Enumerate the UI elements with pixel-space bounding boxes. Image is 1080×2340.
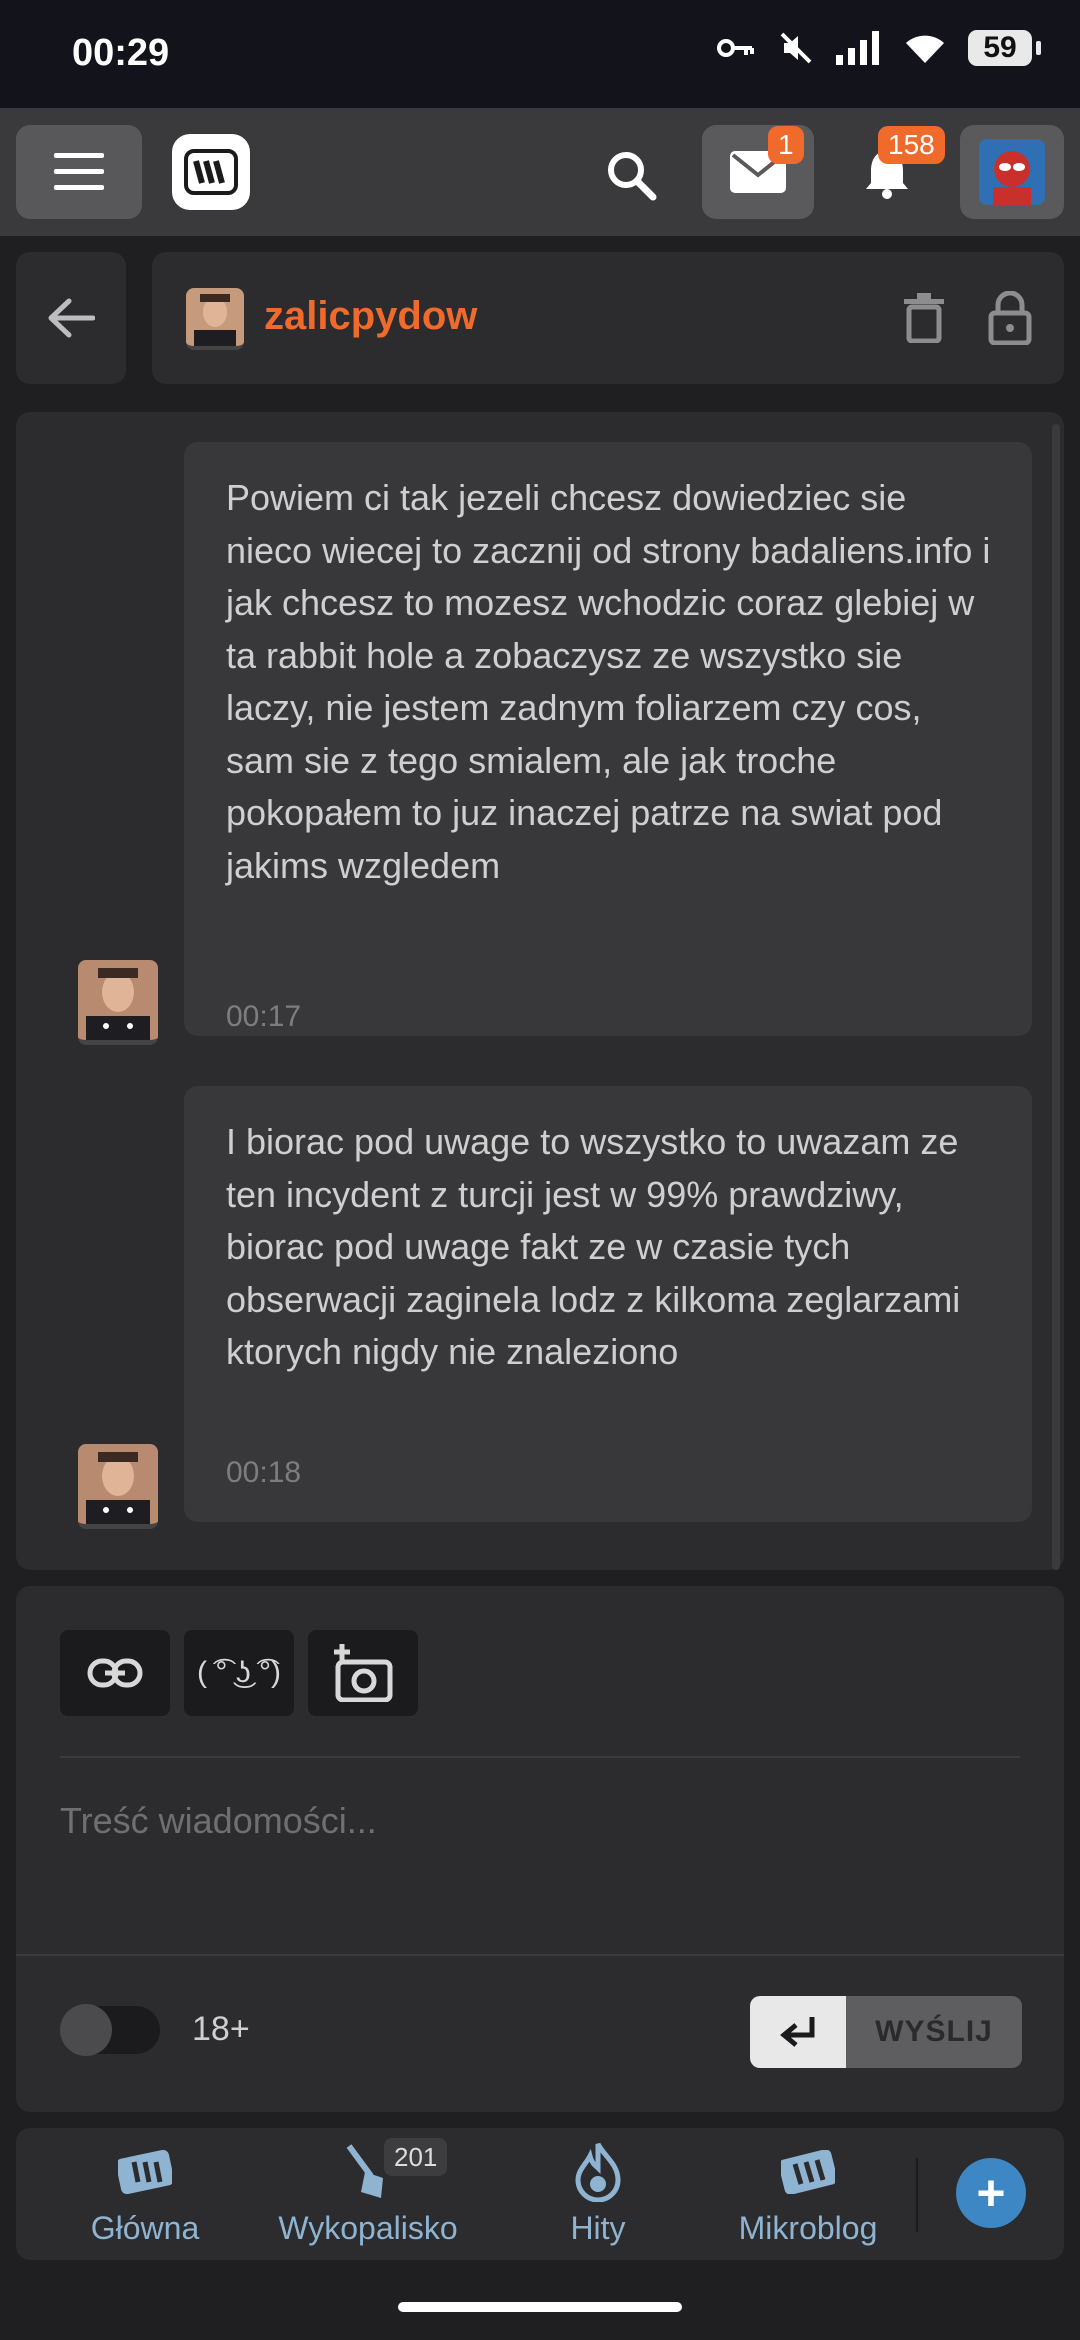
adult-content-toggle[interactable] [60,2004,160,2056]
message-text: I biorac pod uwage to wszystko to uwazam… [226,1121,961,1372]
link-icon [87,1658,143,1688]
trash-icon [904,293,944,343]
insert-link-button[interactable] [60,1630,170,1716]
arrow-left-icon [48,298,95,338]
message-time: 00:17 [226,1000,302,1033]
add-photo-button[interactable] [308,1630,418,1716]
signal-icon [836,31,879,65]
conversation-header: zalicpydow [152,252,1064,384]
clock: 00:29 [72,32,170,74]
wykopalisko-badge: 201 [384,2138,448,2176]
nav-label: Wykopalisko [278,2210,458,2246]
message-composer: ( ͡° ͜ʖ ͡°) Treść wiadomości... 18+ WYŚL… [16,1586,1064,2112]
message-sender-avatar[interactable] [78,1444,158,1529]
enter-icon [750,1996,846,2068]
mikroblog-icon [718,2142,898,2202]
user-photo-icon [186,288,244,346]
block-user-button[interactable] [982,290,1038,346]
wykop-logo-icon [184,149,238,195]
add-button[interactable]: + [956,2158,1026,2228]
status-icons: 59 [716,30,1041,66]
nav-label: Główna [90,2210,200,2246]
message-sender-avatar[interactable] [78,960,158,1045]
divider [16,1954,1064,1956]
nav-label: Mikroblog [738,2210,878,2246]
message-bubble: I biorac pod uwage to wszystko to uwazam… [184,1086,1032,1522]
toggle-knob [60,2004,112,2056]
message-time: 00:18 [226,1456,302,1489]
vpn-key-icon [717,39,754,57]
lenny-face-button[interactable]: ( ͡° ͜ʖ ͡°) [184,1630,294,1716]
adult-content-label: 18+ [192,2010,250,2048]
wykop-logo-icon [50,2142,240,2202]
conversation-username[interactable]: zalicpydow [264,294,477,339]
lenny-face-label: ( ͡° ͜ʖ ͡°) [197,1656,281,1689]
user-photo-icon [78,960,158,1040]
avatar [979,139,1045,205]
lock-open-icon [988,291,1032,345]
status-bar: 00:29 59 [0,0,1080,108]
mail-badge: 1 [768,126,804,164]
menu-button[interactable] [16,125,142,219]
hamburger-icon [54,153,104,190]
wifi-icon [906,35,944,63]
back-button[interactable] [16,252,126,384]
notifications-badge: 158 [878,126,945,164]
wykop-logo[interactable] [172,134,250,210]
search-button[interactable] [596,140,666,210]
battery-indicator: 59 [968,30,1041,66]
send-label: WYŚLIJ [846,1996,1022,2068]
home-indicator[interactable] [398,2302,682,2312]
nav-item-hity[interactable]: Hity [508,2142,688,2247]
messages-scrollbar[interactable] [1052,424,1060,1570]
search-icon [608,152,657,201]
message-bubble: Powiem ci tak jezeli chcesz dowiedziec s… [184,442,1032,1036]
conversation-user-avatar[interactable] [186,288,244,350]
nav-item-mikroblog[interactable]: Mikroblog [718,2142,898,2247]
divider [916,2158,918,2232]
add-photo-icon [334,1644,393,1702]
flame-icon [508,2142,688,2202]
delete-conversation-button[interactable] [896,290,952,346]
send-button[interactable]: WYŚLIJ [750,1996,1022,2068]
divider [60,1756,1020,1758]
nav-item-glowna[interactable]: Główna [50,2142,240,2247]
bottom-nav: Główna Wykopalisko 201 Hity Mikroblog + [16,2128,1064,2260]
user-photo-icon [78,1444,158,1524]
nav-label: Hity [570,2210,626,2246]
user-avatar-button[interactable] [960,125,1064,219]
mute-icon [780,32,812,64]
message-input[interactable]: Treść wiadomości... [60,1800,377,1842]
message-text: Powiem ci tak jezeli chcesz dowiedziec s… [226,477,991,886]
messages-panel[interactable]: Powiem ci tak jezeli chcesz dowiedziec s… [16,412,1064,1570]
